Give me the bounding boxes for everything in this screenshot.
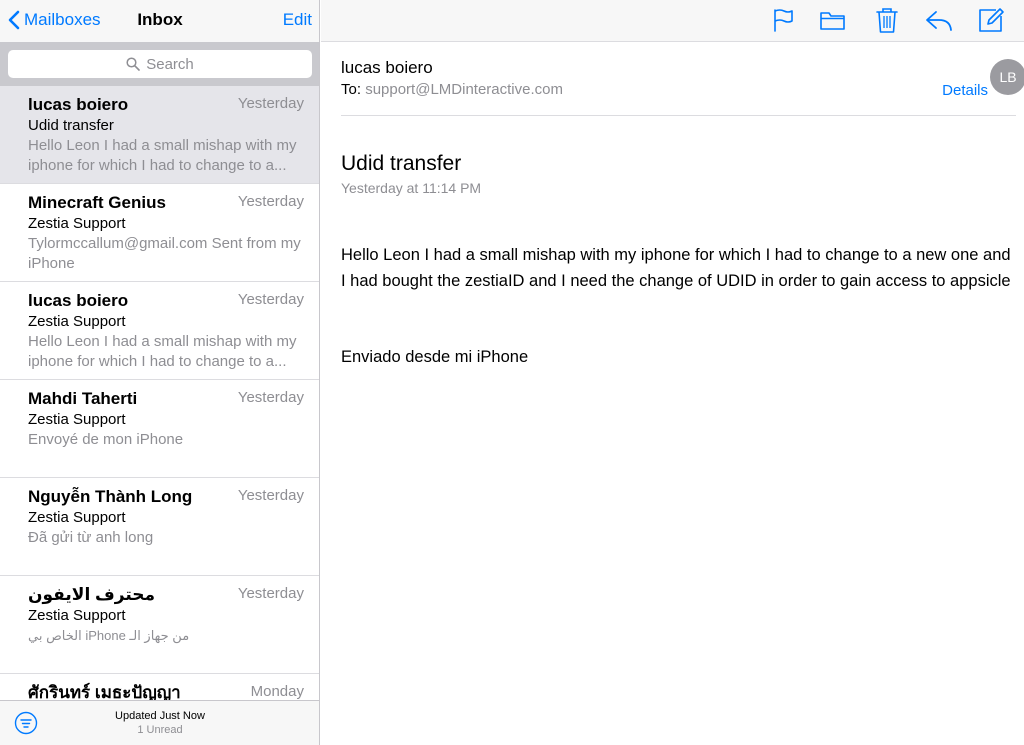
folder-icon[interactable] bbox=[818, 6, 848, 34]
message-date: Yesterday bbox=[237, 487, 304, 504]
to-label: To: bbox=[341, 81, 362, 98]
edit-button[interactable]: Edit bbox=[283, 10, 312, 30]
avatar[interactable]: LB bbox=[990, 59, 1024, 95]
message-toolbar bbox=[321, 0, 1024, 42]
message-sender: Mahdi Taherti bbox=[28, 389, 138, 408]
search-icon bbox=[126, 57, 141, 71]
message-body: Hello Leon I had a small mishap with my … bbox=[341, 246, 1011, 290]
message-subject: Zestia Support bbox=[28, 215, 126, 232]
message-preview: Đã gửi từ anh long bbox=[28, 529, 154, 546]
mailboxes-back-label: Mailboxes bbox=[24, 10, 101, 29]
left-navigation-bar: Mailboxes Inbox Edit bbox=[0, 0, 319, 42]
message-date: Yesterday bbox=[237, 291, 304, 308]
message-date: Yesterday bbox=[237, 585, 304, 602]
message-row[interactable]: محترف الايفون Yesterday Zestia Support م… bbox=[0, 576, 319, 674]
message-row[interactable]: lucas boiero Yesterday Zestia Support He… bbox=[0, 282, 319, 380]
message-list: lucas boiero Yesterday Udid transfer Hel… bbox=[0, 86, 319, 700]
message-date: Monday bbox=[250, 683, 304, 700]
updated-status: Updated Just Now bbox=[115, 710, 205, 722]
reply-icon[interactable] bbox=[924, 6, 954, 34]
search-placeholder: Search bbox=[146, 55, 194, 73]
trash-icon[interactable] bbox=[872, 6, 902, 34]
message-row[interactable]: lucas boiero Yesterday Udid transfer Hel… bbox=[0, 86, 319, 184]
search-input[interactable]: Search bbox=[8, 50, 312, 78]
message-date: Yesterday bbox=[237, 389, 304, 406]
chevron-left-icon bbox=[8, 10, 20, 30]
mailboxes-back-button[interactable]: Mailboxes bbox=[8, 8, 101, 32]
flag-icon[interactable] bbox=[767, 6, 797, 34]
message-header: lucas boiero To: support@LMDinteractive.… bbox=[341, 42, 1024, 116]
message-date: Yesterday bbox=[237, 95, 304, 112]
message-sender: ศักรินทร์ เมธะปัญญา bbox=[28, 683, 181, 700]
left-footer-toolbar: Updated Just Now 1 Unread bbox=[0, 700, 319, 745]
message-date: Yesterday bbox=[237, 193, 304, 210]
message-row[interactable]: Mahdi Taherti Yesterday Zestia Support E… bbox=[0, 380, 319, 478]
message-row[interactable]: Minecraft Genius Yesterday Zestia Suppor… bbox=[0, 184, 319, 282]
from-name: lucas boiero bbox=[341, 58, 433, 77]
message-row[interactable]: Nguyễn Thành Long Yesterday Zestia Suppo… bbox=[0, 478, 319, 576]
message-preview: Hello Leon I had a small mishap with my … bbox=[28, 137, 297, 174]
message-preview: من جهاز الـ iPhone الخاص بي bbox=[28, 628, 190, 643]
message-subject-title: Udid transfer bbox=[341, 152, 462, 175]
message-sender: lucas boiero bbox=[28, 291, 129, 310]
compose-icon[interactable] bbox=[976, 6, 1006, 34]
details-button[interactable]: Details bbox=[942, 82, 988, 99]
message-sender: lucas boiero bbox=[28, 95, 129, 114]
mailbox-list-pane: Mailboxes Inbox Edit Search lucas boiero… bbox=[0, 0, 320, 745]
message-preview: Tylormccallum@gmail.com Sent from my iPh… bbox=[28, 235, 301, 272]
message-signature: Enviado desde mi iPhone bbox=[341, 348, 529, 366]
search-bar: Search bbox=[0, 42, 319, 86]
message-subject: Zestia Support bbox=[28, 509, 126, 526]
message-sender: Nguyễn Thành Long bbox=[28, 487, 193, 506]
to-line: To: support@LMDinteractive.com bbox=[341, 81, 563, 98]
message-subject: Udid transfer bbox=[28, 117, 114, 134]
message-sender: محترف الايفون bbox=[28, 585, 156, 604]
message-subject: Zestia Support bbox=[28, 607, 126, 624]
message-row[interactable]: ศักรินทร์ เมธะปัญญา Monday bbox=[0, 674, 319, 700]
to-address[interactable]: support@LMDinteractive.com bbox=[365, 81, 563, 98]
message-subject: Zestia Support bbox=[28, 411, 126, 428]
message-detail-pane: lucas boiero To: support@LMDinteractive.… bbox=[321, 0, 1024, 745]
unread-count: 1 Unread bbox=[137, 724, 183, 736]
message-preview: Envoyé de mon iPhone bbox=[28, 431, 184, 448]
message-sender: Minecraft Genius bbox=[28, 193, 166, 212]
message-preview: Hello Leon I had a small mishap with my … bbox=[28, 333, 297, 370]
message-date: Yesterday at 11:14 PM bbox=[341, 180, 482, 196]
message-subject: Zestia Support bbox=[28, 313, 126, 330]
